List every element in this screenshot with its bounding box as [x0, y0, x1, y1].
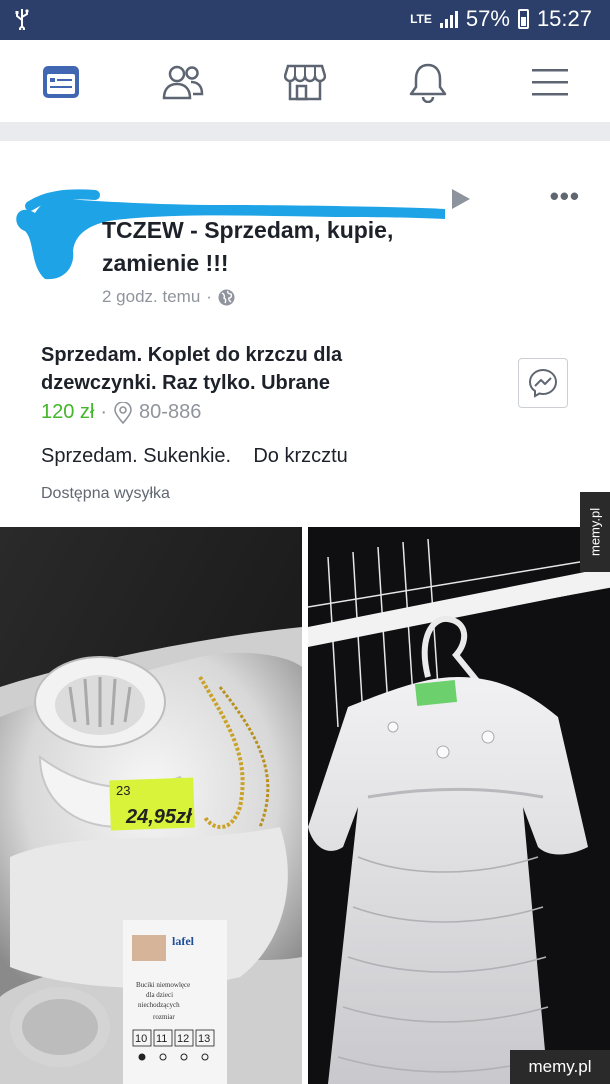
- label-brand: lafel: [172, 934, 195, 948]
- more-options-icon[interactable]: •••: [550, 181, 580, 212]
- price-tag-amount: 24,95zł: [125, 806, 193, 828]
- post-time[interactable]: 2 godz. temu: [102, 287, 200, 307]
- signal-icon: [439, 10, 458, 28]
- lte-indicator: LTE: [410, 11, 432, 26]
- listing-description: Sprzedam. Sukenkie. Do krzcztu: [41, 445, 348, 467]
- label-text-3: niechodzących: [138, 1001, 180, 1009]
- post-card: ••• TCZEW - Sprzedam, kupie, zamienie !!…: [0, 141, 610, 527]
- friends-icon: [162, 65, 204, 100]
- label-text-1: Buciki niemowlęce: [136, 981, 190, 989]
- location-pin-icon: [114, 401, 132, 424]
- listing-photo-2[interactable]: [308, 527, 610, 1084]
- news-feed-icon: [43, 66, 79, 98]
- label-text-2: dla dzieci: [146, 991, 173, 999]
- post-meta: 2 godz. temu ·: [102, 287, 235, 307]
- menu-icon: [532, 69, 568, 96]
- listing-title[interactable]: Sprzedam. Koplet do krzczu dla dzewczynk…: [41, 341, 421, 397]
- watermark-bottom: memy.pl: [510, 1050, 610, 1084]
- battery-icon: [517, 9, 529, 29]
- tab-menu[interactable]: [526, 58, 574, 106]
- clock: 15:27: [536, 6, 592, 31]
- globe-icon: [218, 289, 235, 305]
- group-name[interactable]: TCZEW - Sprzedam, kupie, zamienie !!!: [102, 214, 462, 280]
- listing-photo-1[interactable]: 23 24,95zł lafel Buciki niemowlęce dla d…: [0, 527, 302, 1084]
- marketplace-icon: [284, 64, 326, 101]
- feed-separator: [0, 122, 610, 140]
- listing-price: 120 zł: [41, 401, 95, 423]
- tab-marketplace[interactable]: [281, 58, 329, 106]
- shipping-availability: Dostępna wysyłka: [41, 485, 170, 502]
- tab-friends[interactable]: [159, 58, 207, 106]
- label-sub: rozmiar: [153, 1013, 175, 1021]
- size-option: 11: [156, 1033, 167, 1045]
- tab-notifications[interactable]: [404, 58, 452, 106]
- status-bar: LTE 57% 15:27: [0, 0, 610, 40]
- price-tag-code: 23: [116, 783, 130, 798]
- price-row: 120 zł · 80-886: [41, 401, 202, 424]
- bell-icon: [409, 63, 447, 103]
- top-nav-bar: [0, 40, 610, 123]
- battery-percent: 57%: [465, 6, 510, 31]
- watermark-side: memy.pl: [580, 492, 610, 572]
- messenger-icon: [528, 368, 558, 398]
- play-arrow-icon: [452, 189, 470, 209]
- usb-icon: [14, 8, 30, 36]
- size-option: 13: [198, 1033, 210, 1045]
- photo-2-drawing: [308, 527, 610, 1084]
- tab-news-feed[interactable]: [37, 58, 85, 106]
- listing-location: 80-886: [139, 401, 202, 423]
- size-option: 12: [177, 1033, 189, 1045]
- size-option: 10: [135, 1033, 147, 1045]
- photo-1-drawing: 23 24,95zł lafel Buciki niemowlęce dla d…: [0, 527, 302, 1084]
- messenger-button[interactable]: [518, 358, 568, 408]
